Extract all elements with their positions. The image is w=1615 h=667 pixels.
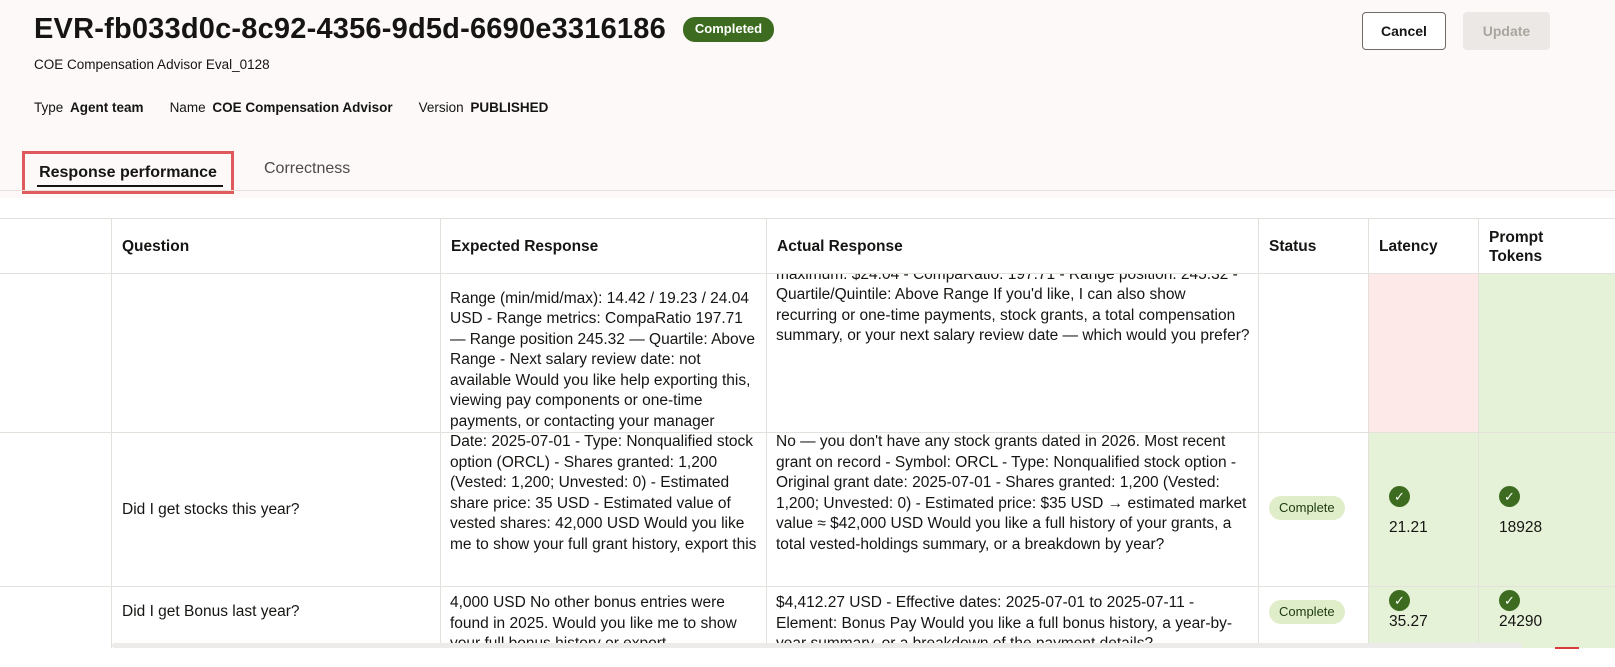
- column-header-prompt-tokens[interactable]: Prompt Tokens: [1478, 219, 1615, 274]
- tabs-divider: [0, 190, 1615, 191]
- latency-cell: ✓ 21.21: [1368, 433, 1478, 587]
- meta-name: Name COE Compensation Advisor: [170, 100, 393, 115]
- meta-type: Type Agent team: [34, 100, 144, 115]
- status-pill: Complete: [1269, 496, 1345, 520]
- actual-response-cell: $4,412.27 USD - Effective dates: 2025-07…: [766, 587, 1258, 648]
- question-cell: Did I get stocks this year?: [111, 433, 440, 587]
- column-header-actual-response[interactable]: Actual Response: [766, 219, 1258, 274]
- latency-cell: ✓ 35.27: [1368, 587, 1478, 648]
- question-cell: [111, 274, 440, 433]
- horizontal-scrollbar[interactable]: [112, 643, 1522, 648]
- row-spacer: [0, 274, 111, 433]
- row-spacer: [0, 433, 111, 587]
- prompt-tokens-cell: ✓ 18928: [1478, 433, 1615, 587]
- status-cell: [1258, 274, 1368, 433]
- tab-response-performance[interactable]: Response performance: [22, 151, 234, 194]
- status-badge: Completed: [682, 17, 775, 42]
- expected-response-text: 4,000 USD No other bonus entries were fo…: [450, 594, 737, 648]
- results-table: Question Expected Response Actual Respon…: [0, 218, 1615, 648]
- column-header-question[interactable]: Question: [111, 219, 440, 274]
- latency-value: 35.27: [1389, 613, 1428, 630]
- meta-info: Type Agent team Name COE Compensation Ad…: [34, 100, 574, 115]
- tab-correctness[interactable]: Correctness: [264, 160, 350, 178]
- meta-type-value: Agent team: [70, 100, 144, 115]
- status-pill: Complete: [1269, 600, 1345, 624]
- prompt-tokens-cell: ✓ 24290: [1478, 587, 1615, 648]
- column-header-latency[interactable]: Latency: [1368, 219, 1478, 274]
- meta-type-key: Type: [34, 100, 64, 115]
- latency-cell: [1368, 274, 1478, 433]
- scroll-indicator: [1555, 647, 1579, 649]
- title-row: EVR-fb033d0c-8c92-4356-9d5d-6690e3316186…: [34, 13, 775, 46]
- expected-response-text: Date: 2025-07-01 - Type: Nonqualified st…: [450, 433, 757, 553]
- status-cell: Complete: [1258, 587, 1368, 648]
- check-circle-icon: ✓: [1389, 590, 1410, 611]
- table-header: Question Expected Response Actual Respon…: [0, 219, 1615, 274]
- latency-value: 21.21: [1389, 519, 1428, 536]
- meta-name-value: COE Compensation Advisor: [212, 100, 393, 115]
- question-cell: Did I get Bonus last year?: [111, 587, 440, 648]
- row-spacer: [0, 587, 111, 648]
- actual-response-text: No — you don't have any stock grants dat…: [776, 433, 1247, 553]
- prompt-tokens-value: 18928: [1499, 519, 1543, 536]
- actual-response-text: $4,412.27 USD - Effective dates: 2025-07…: [776, 594, 1233, 648]
- status-cell: Complete: [1258, 433, 1368, 587]
- meta-version-key: Version: [418, 100, 464, 115]
- check-circle-icon: ✓: [1389, 486, 1410, 507]
- meta-version: Version PUBLISHED: [419, 100, 549, 115]
- meta-name-key: Name: [169, 100, 206, 115]
- tab-bar: Response performance Correctness: [0, 150, 1615, 194]
- check-circle-icon: ✓: [1499, 590, 1520, 611]
- column-header-status[interactable]: Status: [1258, 219, 1368, 274]
- expected-response-text: Range (min/mid/max): 14.42 / 19.23 / 24.…: [450, 289, 756, 430]
- page-title: EVR-fb033d0c-8c92-4356-9d5d-6690e3316186: [34, 13, 666, 45]
- question-text: Did I get Bonus last year?: [122, 603, 300, 620]
- check-circle-icon: ✓: [1499, 486, 1520, 507]
- page-header: EVR-fb033d0c-8c92-4356-9d5d-6690e3316186…: [0, 0, 1615, 198]
- page-subtitle: COE Compensation Advisor Eval_0128: [34, 57, 270, 72]
- expected-response-cell: 4,000 USD No other bonus entries were fo…: [440, 587, 766, 648]
- actual-response-text: Range minimum: $14.42 - Range midpoint: …: [776, 274, 1250, 344]
- cancel-button[interactable]: Cancel: [1362, 12, 1446, 50]
- prompt-tokens-cell: [1478, 274, 1615, 433]
- column-header-expected-response[interactable]: Expected Response: [440, 219, 766, 274]
- actual-response-cell: Range minimum: $14.42 - Range midpoint: …: [766, 274, 1258, 433]
- expected-response-cell: Range (min/mid/max): 14.42 / 19.23 / 24.…: [440, 274, 766, 433]
- meta-version-value: PUBLISHED: [470, 100, 549, 115]
- actual-response-cell: No — you don't have any stock grants dat…: [766, 433, 1258, 587]
- prompt-tokens-value: 24290: [1499, 613, 1543, 630]
- expected-response-cell: Date: 2025-07-01 - Type: Nonqualified st…: [440, 433, 766, 587]
- update-button[interactable]: Update: [1463, 12, 1550, 50]
